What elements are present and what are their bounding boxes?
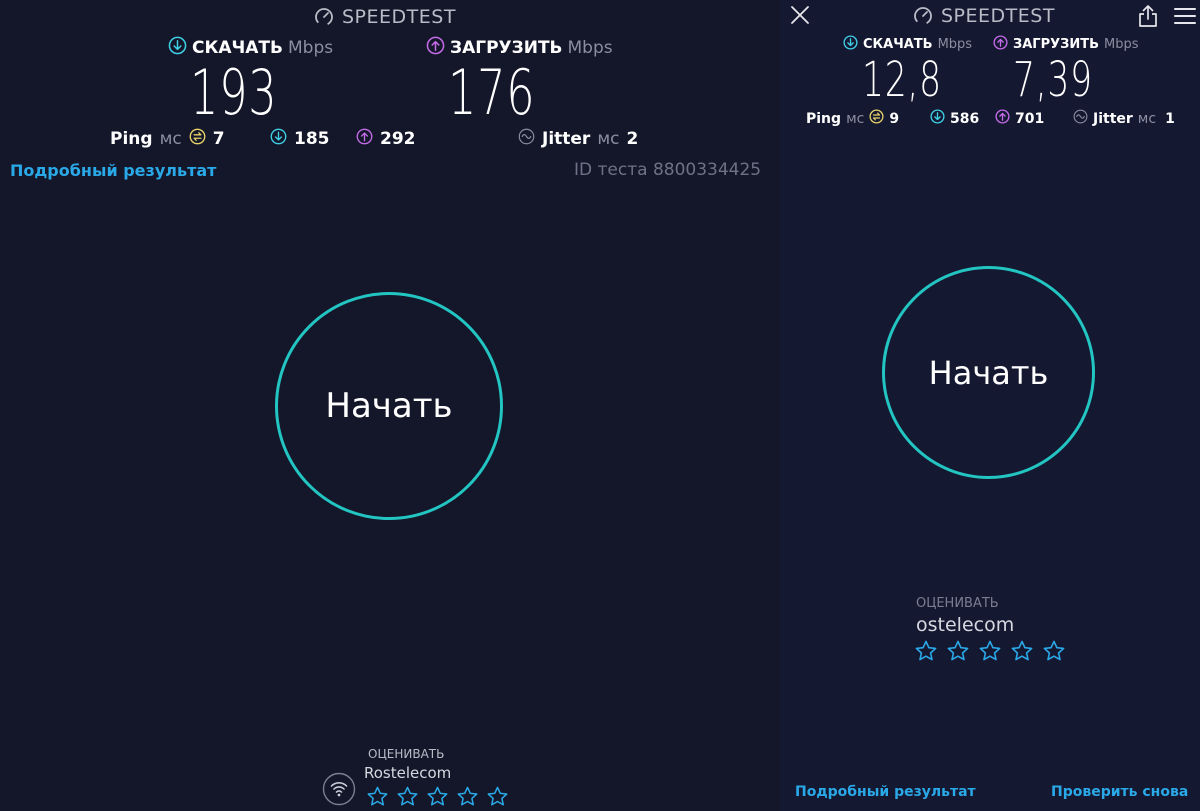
ping-upload-stat-right: 701 <box>995 109 1044 128</box>
wifi-icon <box>322 772 356 810</box>
upload-unit-right: Mbps <box>1104 37 1139 52</box>
upload-label-right: ЗАГРУЗИТЬ <box>1013 37 1100 52</box>
provider-name: Rostelecom <box>364 764 452 782</box>
ping-label-right: Ping <box>806 110 842 127</box>
download-value: 193 <box>190 56 278 129</box>
download-small-icon <box>930 109 945 128</box>
close-icon[interactable] <box>790 5 810 29</box>
ping-upload-value: 292 <box>380 129 416 149</box>
jitter-label: Jitter <box>542 129 591 149</box>
ping-download-stat: 185 <box>270 128 330 150</box>
upload-unit: Mbps <box>567 38 613 58</box>
start-button[interactable]: Начать <box>275 292 503 520</box>
star-3-icon[interactable] <box>426 785 449 808</box>
ping-download-value-right: 586 <box>950 110 980 127</box>
jitter-icon <box>1073 109 1088 128</box>
download-arrow-icon <box>168 36 187 60</box>
rating-stars-right <box>914 639 1066 663</box>
jitter-value-right: 1 <box>1165 110 1175 127</box>
ping-unit-right: мс <box>846 110 865 127</box>
download-small-icon <box>270 128 287 150</box>
ping-value: 7 <box>212 129 225 149</box>
star-1-icon[interactable] <box>914 639 938 663</box>
brand-header: SPEEDTEST <box>314 6 456 28</box>
upload-small-icon <box>356 128 373 150</box>
brand-name-right: SPEEDTEST <box>941 5 1055 27</box>
right-panel: SPEEDTEST СКАЧАТЬ Mbps ЗАГРУЗИТЬ Mbps 12… <box>780 0 1200 811</box>
jitter-label-right: Jitter <box>1093 110 1133 127</box>
download-unit-right: Mbps <box>937 37 973 52</box>
ping-stat-right: Ping мс 9 <box>806 109 899 128</box>
download-arrow-icon <box>843 35 858 54</box>
start-button-label-right: Начать <box>928 353 1049 392</box>
ping-stat: Ping мс 7 <box>110 128 225 150</box>
jitter-stat: Jitter мс 2 <box>518 128 638 150</box>
ping-unit: мс <box>159 129 182 149</box>
ping-icon <box>869 109 884 128</box>
share-icon[interactable] <box>1137 4 1159 32</box>
jitter-unit-right: мс <box>1137 110 1157 127</box>
start-button-label: Начать <box>325 386 453 426</box>
star-4-icon[interactable] <box>456 785 479 808</box>
details-link-right[interactable]: Подробный результат <box>795 784 976 800</box>
upload-small-icon <box>995 109 1010 128</box>
download-value-right: 12,8 <box>862 52 942 108</box>
download-unit: Mbps <box>287 38 334 58</box>
star-2-icon[interactable] <box>946 639 970 663</box>
ping-upload-value-right: 701 <box>1015 110 1045 127</box>
rating-stars <box>366 785 509 808</box>
test-id: ID теста 8800334425 <box>574 160 762 180</box>
speedometer-icon <box>314 7 334 27</box>
star-1-icon[interactable] <box>366 785 389 808</box>
jitter-unit: мс <box>597 129 620 149</box>
jitter-icon <box>518 128 535 150</box>
upload-value: 176 <box>448 56 536 129</box>
upload-label: ЗАГРУЗИТЬ <box>450 38 563 58</box>
jitter-stat-right: Jitter мс 1 <box>1073 109 1175 128</box>
provider-name-right: ostelecom <box>916 614 1015 636</box>
menu-icon[interactable] <box>1174 7 1196 29</box>
details-link[interactable]: Подробный результат <box>10 161 216 180</box>
rate-label: ОЦЕНИВАТЬ <box>368 747 445 761</box>
star-5-icon[interactable] <box>1042 639 1066 663</box>
star-2-icon[interactable] <box>396 785 419 808</box>
start-button-right[interactable]: Начать <box>882 266 1095 479</box>
ping-upload-stat: 292 <box>356 128 416 150</box>
brand-name: SPEEDTEST <box>342 6 456 28</box>
upload-arrow-icon <box>426 36 445 60</box>
upload-value-right: 7,39 <box>1013 52 1093 108</box>
star-5-icon[interactable] <box>486 785 509 808</box>
upload-arrow-icon <box>993 35 1008 54</box>
ping-download-stat-right: 586 <box>930 109 979 128</box>
download-label: СКАЧАТЬ <box>192 38 283 58</box>
rate-label-right: ОЦЕНИВАТЬ <box>916 596 999 611</box>
left-panel: SPEEDTEST СКАЧАТЬ Mbps ЗАГРУЗИТЬ Mbps 19… <box>0 0 780 811</box>
speedometer-icon <box>913 6 933 26</box>
ping-label: Ping <box>110 129 153 149</box>
ping-icon <box>189 128 206 150</box>
ping-download-value: 185 <box>294 129 330 149</box>
star-3-icon[interactable] <box>978 639 1002 663</box>
ping-value-right: 9 <box>889 110 900 127</box>
star-4-icon[interactable] <box>1010 639 1034 663</box>
jitter-value: 2 <box>626 129 639 149</box>
retest-link[interactable]: Проверить снова <box>1051 784 1188 800</box>
brand-header-right: SPEEDTEST <box>913 5 1055 27</box>
download-label-right: СКАЧАТЬ <box>863 37 933 52</box>
